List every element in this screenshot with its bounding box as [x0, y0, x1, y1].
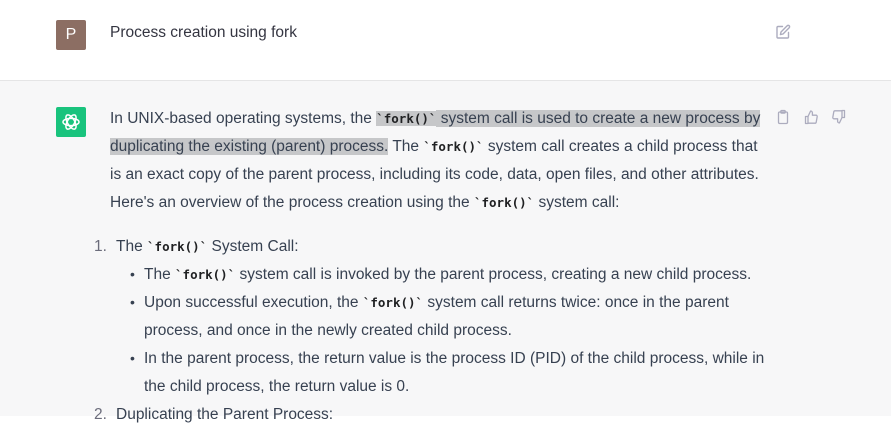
clipboard-icon[interactable]: [775, 109, 791, 125]
user-avatar: P: [56, 20, 86, 50]
intro-text-5: system call:: [534, 194, 620, 211]
openai-logo-icon: [62, 114, 80, 130]
bullet-item: In the parent process, the return value …: [130, 344, 770, 401]
ordered-list: 1. The `fork()` System Call: The `fork()…: [94, 233, 770, 429]
inline-code: `fork()`: [376, 111, 437, 126]
inline-code: `fork()`: [175, 267, 236, 282]
thumbs-down-icon[interactable]: [831, 109, 847, 125]
intro-text-3: The: [388, 138, 424, 155]
intro-paragraph: In UNIX-based operating systems, the `fo…: [110, 105, 770, 217]
assistant-avatar: [56, 107, 86, 137]
user-message-row: P Process creation using fork: [0, 0, 891, 81]
thumbs-up-icon[interactable]: [803, 109, 819, 125]
inline-code: `fork()`: [362, 295, 424, 310]
list-number: 2.: [94, 406, 107, 423]
assistant-message-row: In UNIX-based operating systems, the `fo…: [0, 81, 891, 423]
list-item-title: Duplicating the Parent Process:: [116, 406, 334, 423]
bullet-item: Upon successful execution, the `fork()` …: [130, 288, 770, 345]
bullet-list: The `fork()` system call is invoked by t…: [116, 260, 770, 401]
list-item: 1. The `fork()` System Call: The `fork()…: [94, 233, 770, 401]
inline-code: `fork()`: [473, 195, 535, 210]
list-item: 2. Duplicating the Parent Process:: [94, 401, 770, 429]
user-message-text: Process creation using fork: [110, 24, 297, 41]
inline-code: `fork()`: [423, 139, 484, 154]
intro-text-1: In UNIX-based operating systems, the: [110, 110, 377, 127]
list-number: 1.: [94, 238, 107, 255]
inline-code: `fork()`: [147, 239, 208, 254]
edit-icon[interactable]: [775, 24, 791, 40]
assistant-message-content: In UNIX-based operating systems, the `fo…: [94, 105, 770, 429]
bullet-item: The `fork()` system call is invoked by t…: [130, 260, 770, 289]
list-item-title: The `fork()` System Call:: [116, 238, 299, 255]
